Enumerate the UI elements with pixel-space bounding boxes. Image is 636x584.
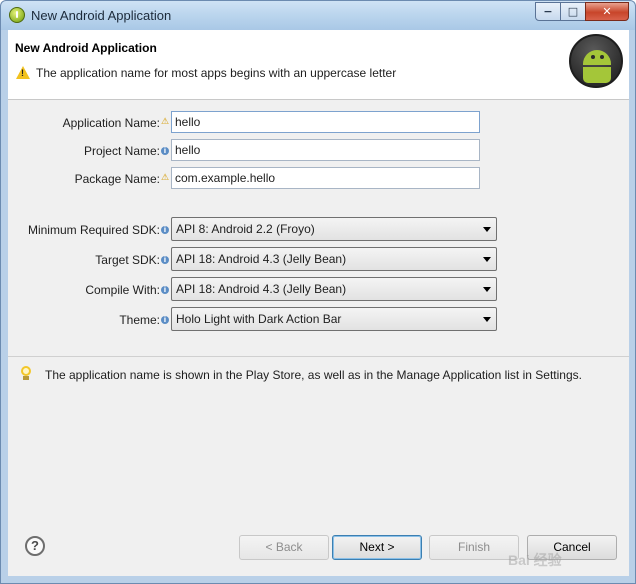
next-button[interactable]: Next >: [332, 535, 422, 560]
target-sdk-select[interactable]: API 18: Android 4.3 (Jelly Bean): [171, 247, 497, 271]
theme-label: Theme:: [119, 313, 160, 327]
warning-icon: ⚠: [161, 117, 170, 127]
warning-icon: !: [16, 66, 30, 79]
info-icon: i: [161, 316, 169, 324]
dropdown-arrow-icon: [483, 227, 491, 232]
target-sdk-label: Target SDK:: [95, 253, 160, 267]
project-name-input[interactable]: hello: [171, 139, 480, 161]
project-name-label: Project Name:: [83, 144, 160, 158]
application-name-input[interactable]: hello: [171, 111, 480, 133]
field-description: The application name is shown in the Pla…: [45, 368, 582, 382]
android-logo-icon: [569, 34, 623, 88]
bulb-base: [23, 376, 29, 380]
minimize-button[interactable]: −: [535, 2, 561, 21]
info-icon: i: [161, 147, 169, 155]
dropdown-arrow-icon: [483, 257, 491, 262]
theme-select[interactable]: Holo Light with Dark Action Bar: [171, 307, 497, 331]
min-sdk-select[interactable]: API 8: Android 2.2 (Froyo): [171, 217, 497, 241]
theme-value: Holo Light with Dark Action Bar: [176, 312, 342, 326]
app-icon: [9, 7, 25, 23]
dropdown-arrow-icon: [483, 287, 491, 292]
baidu-watermark: Bai 经验: [508, 552, 562, 568]
back-button[interactable]: < Back: [239, 535, 329, 560]
warning-icon: ⚠: [161, 173, 170, 183]
application-name-label: Application Name:: [62, 116, 160, 130]
android-head: [583, 50, 611, 65]
android-eye-right: [600, 55, 604, 59]
header-message: The application name for most apps begin…: [36, 66, 397, 80]
package-name-label: Package Name:: [74, 172, 160, 186]
info-icon: i: [161, 226, 169, 234]
compile-with-value: API 18: Android 4.3 (Jelly Bean): [176, 282, 347, 296]
bulb-glass: [21, 366, 31, 376]
lightbulb-icon: [20, 366, 32, 382]
android-body: [583, 67, 611, 83]
compile-with-select[interactable]: API 18: Android 4.3 (Jelly Bean): [171, 277, 497, 301]
package-name-input[interactable]: com.example.hello: [171, 167, 480, 189]
dropdown-arrow-icon: [483, 317, 491, 322]
finish-button[interactable]: Finish: [429, 535, 519, 560]
dialog-client: New Android Application ! The applicatio…: [8, 30, 629, 576]
maximize-button[interactable]: □: [560, 2, 586, 21]
window-controls: − □ ✕: [535, 2, 629, 21]
page-title: New Android Application: [15, 41, 157, 55]
min-sdk-label: Minimum Required SDK:: [27, 223, 160, 237]
window-title: New Android Application: [31, 8, 172, 23]
info-icon: i: [161, 256, 169, 264]
separator: [8, 356, 629, 357]
target-sdk-value: API 18: Android 4.3 (Jelly Bean): [176, 252, 347, 266]
android-eye-left: [591, 55, 595, 59]
wizard-header: New Android Application ! The applicatio…: [8, 30, 629, 100]
compile-with-label: Compile With:: [85, 283, 160, 297]
close-button[interactable]: ✕: [585, 2, 629, 21]
window-frame: New Android Application ! The applicatio…: [0, 30, 636, 584]
min-sdk-value: API 8: Android 2.2 (Froyo): [176, 222, 315, 236]
help-icon[interactable]: ?: [25, 536, 45, 556]
title-bar[interactable]: New Android Application − □ ✕: [0, 0, 636, 30]
info-icon: i: [161, 286, 169, 294]
